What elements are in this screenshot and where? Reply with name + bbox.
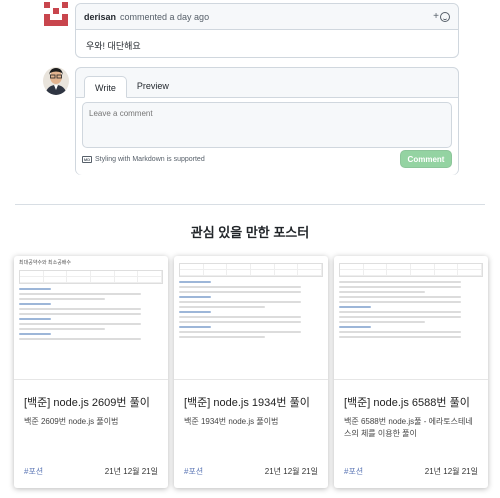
markdown-icon: MD [82,156,92,163]
post-description: 백준 1934번 node.js 풀이법 [184,417,279,426]
post-tag[interactable]: #포션 [184,466,203,477]
post-thumbnail: 최대공약수와 최소공배수 [14,256,168,380]
thumbnail-table [179,263,323,277]
plus-label: + [433,11,439,22]
post-date: 21년 12월 21일 [264,467,318,476]
add-reaction-button[interactable]: + [433,11,450,22]
post-thumbnail [174,256,328,380]
editor-panel: MD Styling with Markdown is supported Co… [76,98,458,175]
post-title[interactable]: [백준] node.js 2609번 풀이 [24,394,158,410]
post-card[interactable]: 최대공약수와 최소공배수 [백준] node.js 2609번 풀이 백준 26… [14,256,168,488]
comment-card: derisan commented a day ago + 우와! 대단해요 [75,3,459,58]
tab-write[interactable]: Write [84,76,127,98]
markdown-note[interactable]: MD Styling with Markdown is supported [82,156,205,163]
post-description: 백준 6588번 node.js풀 - 에라토스테네스의 체를 이용한 풀이 [344,417,473,438]
post-date: 21년 12월 21일 [104,467,158,476]
post-card[interactable]: [백준] node.js 6588번 풀이 백준 6588번 node.js풀 … [334,256,488,488]
post-date: 21년 12월 21일 [424,467,478,476]
post-tag[interactable]: #포션 [344,466,363,477]
smiley-icon [440,11,450,22]
section-title: 관심 있을 만한 포스터 [190,225,310,240]
post-title[interactable]: [백준] node.js 1934번 풀이 [184,394,318,410]
post-thumbnail [334,256,488,380]
post-title[interactable]: [백준] node.js 6588번 풀이 [344,394,478,410]
comment-textarea[interactable] [82,102,452,148]
comment-header: derisan commented a day ago + [76,4,458,30]
commenter-avatar[interactable] [40,2,72,30]
markdown-note-text: Styling with Markdown is supported [95,156,205,163]
comment-body: 우와! 대단해요 [86,41,141,51]
post-tag[interactable]: #포션 [24,466,43,477]
current-user-avatar[interactable] [43,67,69,95]
section-divider [15,204,485,205]
thumbnail-heading: 최대공약수와 최소공배수 [19,260,71,266]
editor-tabs: Write Preview [76,68,458,98]
tab-preview[interactable]: Preview [127,75,179,97]
comment-author[interactable]: derisan [84,12,116,22]
thumbnail-table [339,263,483,277]
comment-timestamp[interactable]: commented a day ago [120,12,209,22]
post-description: 백준 2609번 node.js 풀이법 [24,417,119,426]
thumbnail-table [19,270,163,284]
post-card[interactable]: [백준] node.js 1934번 풀이 백준 1934번 node.js 풀… [174,256,328,488]
comment-button[interactable]: Comment [400,150,452,168]
comment-editor: Write Preview MD Styling with Markdown i… [75,67,459,175]
